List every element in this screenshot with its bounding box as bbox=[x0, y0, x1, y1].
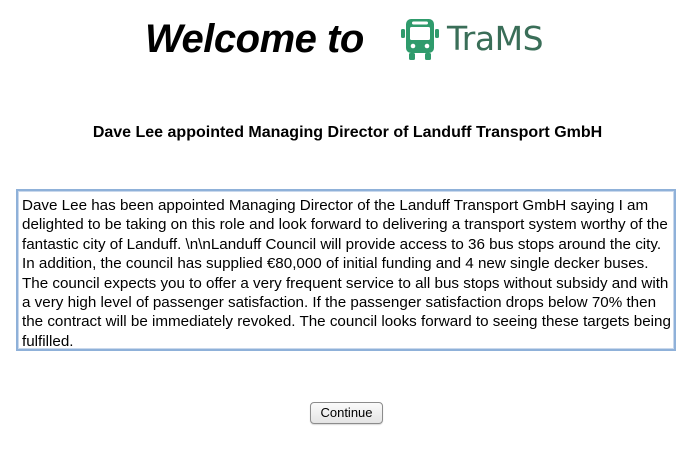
welcome-title: Welcome to bbox=[145, 17, 364, 61]
logo-wordmark: TraMS bbox=[447, 19, 544, 58]
article-body: Dave Lee has been appointed Managing Dir… bbox=[16, 189, 676, 351]
article-headline: Dave Lee appointed Managing Director of … bbox=[92, 124, 603, 141]
welcome-screen: Welcome to TraMS Dave Lee appointed Mana… bbox=[0, 0, 695, 468]
continue-button[interactable]: Continue bbox=[310, 402, 383, 424]
welcome-header: Welcome to TraMS bbox=[0, 12, 695, 68]
bus-icon bbox=[401, 19, 439, 60]
